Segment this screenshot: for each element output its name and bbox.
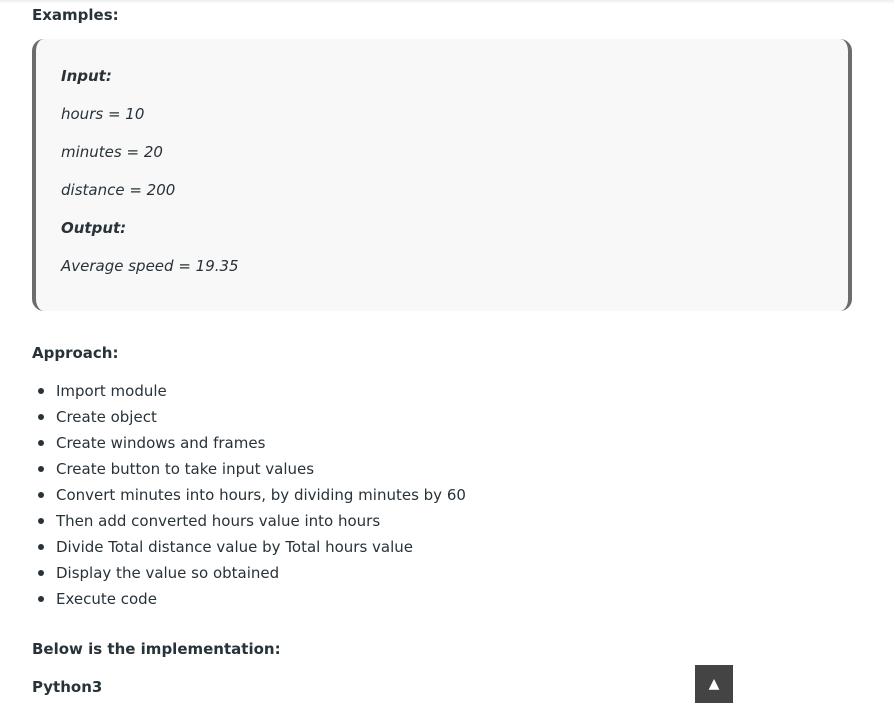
list-item: Create button to take input values: [32, 458, 466, 484]
step-text: Create windows and frames: [56, 434, 266, 452]
input-distance: distance = 200: [61, 181, 176, 199]
bullet-icon: [38, 544, 44, 550]
step-text: Execute code: [56, 590, 157, 608]
step-text: Convert minutes into hours, by dividing …: [56, 486, 466, 504]
output-label: Output:: [61, 219, 127, 237]
bullet-icon: [38, 440, 44, 446]
approach-steps-list: Import module Create object Create windo…: [32, 380, 466, 614]
input-label: Input:: [61, 67, 112, 85]
bullet-icon: [38, 518, 44, 524]
implementation-heading: Below is the implementation:: [32, 640, 281, 658]
step-text: Create button to take input values: [56, 460, 315, 478]
examples-heading: Examples:: [32, 6, 119, 24]
output-line: Average speed = 19.35: [61, 257, 239, 275]
step-text: Then add converted hours value into hour…: [56, 512, 381, 530]
step-text: Divide Total distance value by Total hou…: [56, 538, 414, 556]
list-item: Execute code: [32, 588, 466, 614]
example-box: Input: hours = 10 minutes = 20 distance …: [32, 39, 852, 311]
bullet-icon: [38, 570, 44, 576]
bullet-icon: [38, 466, 44, 472]
list-item: Import module: [32, 380, 466, 406]
scroll-to-top-button[interactable]: ▲: [695, 665, 733, 703]
bullet-icon: [38, 388, 44, 394]
arrow-up-icon: ▲: [708, 676, 720, 692]
bullet-icon: [38, 492, 44, 498]
approach-heading: Approach:: [32, 344, 119, 362]
input-minutes: minutes = 20: [61, 143, 163, 161]
list-item: Convert minutes into hours, by dividing …: [32, 484, 466, 510]
list-item: Then add converted hours value into hour…: [32, 510, 466, 536]
step-text: Import module: [56, 382, 167, 400]
bullet-icon: [38, 596, 44, 602]
list-item: Create windows and frames: [32, 432, 466, 458]
language-label: Python3: [32, 678, 103, 696]
step-text: Create object: [56, 408, 157, 426]
bullet-icon: [38, 414, 44, 420]
list-item: Display the value so obtained: [32, 562, 466, 588]
list-item: Divide Total distance value by Total hou…: [32, 536, 466, 562]
article-content: Examples: Input: hours = 10 minutes = 20…: [0, 0, 894, 703]
input-hours: hours = 10: [61, 105, 145, 123]
list-item: Create object: [32, 406, 466, 432]
step-text: Display the value so obtained: [56, 564, 280, 582]
